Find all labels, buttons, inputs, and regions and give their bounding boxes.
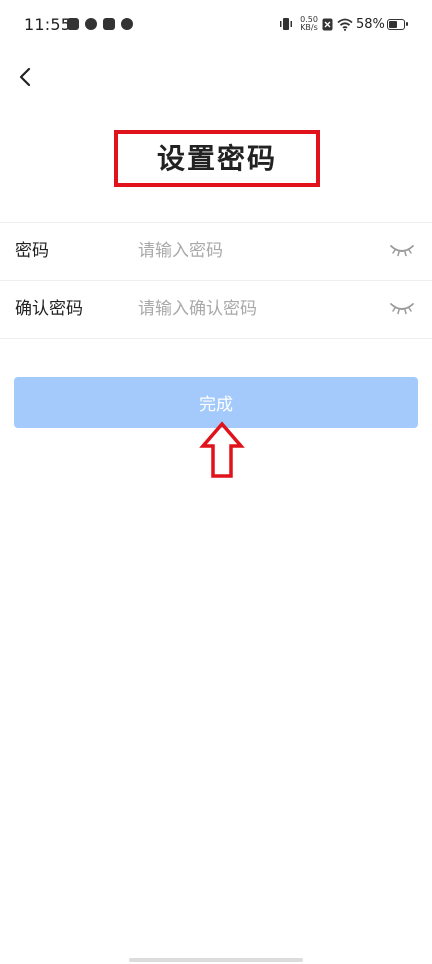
eye-closed-icon[interactable] — [388, 240, 416, 260]
confirm-password-row: 确认密码 — [0, 280, 432, 338]
status-bar: 11:55 0.50 KB/s 58% — [0, 0, 432, 52]
wifi-icon — [337, 18, 353, 31]
battery-percent: 58% — [356, 17, 385, 32]
divider — [0, 338, 432, 339]
password-row: 密码 — [0, 222, 432, 280]
message-icon — [103, 18, 115, 30]
battery-fill — [389, 21, 397, 28]
status-time: 11:55 — [24, 15, 72, 34]
set-password-screen: 11:55 0.50 KB/s 58% 设置密码 密码 确认密码 完成 — [0, 0, 432, 964]
eye-closed-icon[interactable] — [388, 298, 416, 318]
notification-icon — [67, 18, 79, 30]
network-speed: 0.50 KB/s — [297, 16, 321, 32]
vibrate-icon — [280, 18, 292, 30]
battery-icon — [387, 19, 408, 30]
password-input[interactable] — [138, 235, 368, 267]
app-icon — [121, 18, 133, 30]
sync-icon — [85, 18, 97, 30]
chevron-left-icon — [19, 67, 31, 87]
home-indicator — [129, 958, 303, 962]
confirm-password-input[interactable] — [138, 293, 368, 325]
up-arrow-annotation — [199, 421, 245, 478]
sim-off-icon — [322, 18, 333, 31]
password-label: 密码 — [15, 241, 49, 261]
page-title: 设置密码 — [156, 142, 277, 175]
back-button[interactable] — [10, 60, 44, 94]
network-speed-unit: KB/s — [300, 23, 318, 32]
confirm-password-label: 确认密码 — [15, 299, 83, 319]
